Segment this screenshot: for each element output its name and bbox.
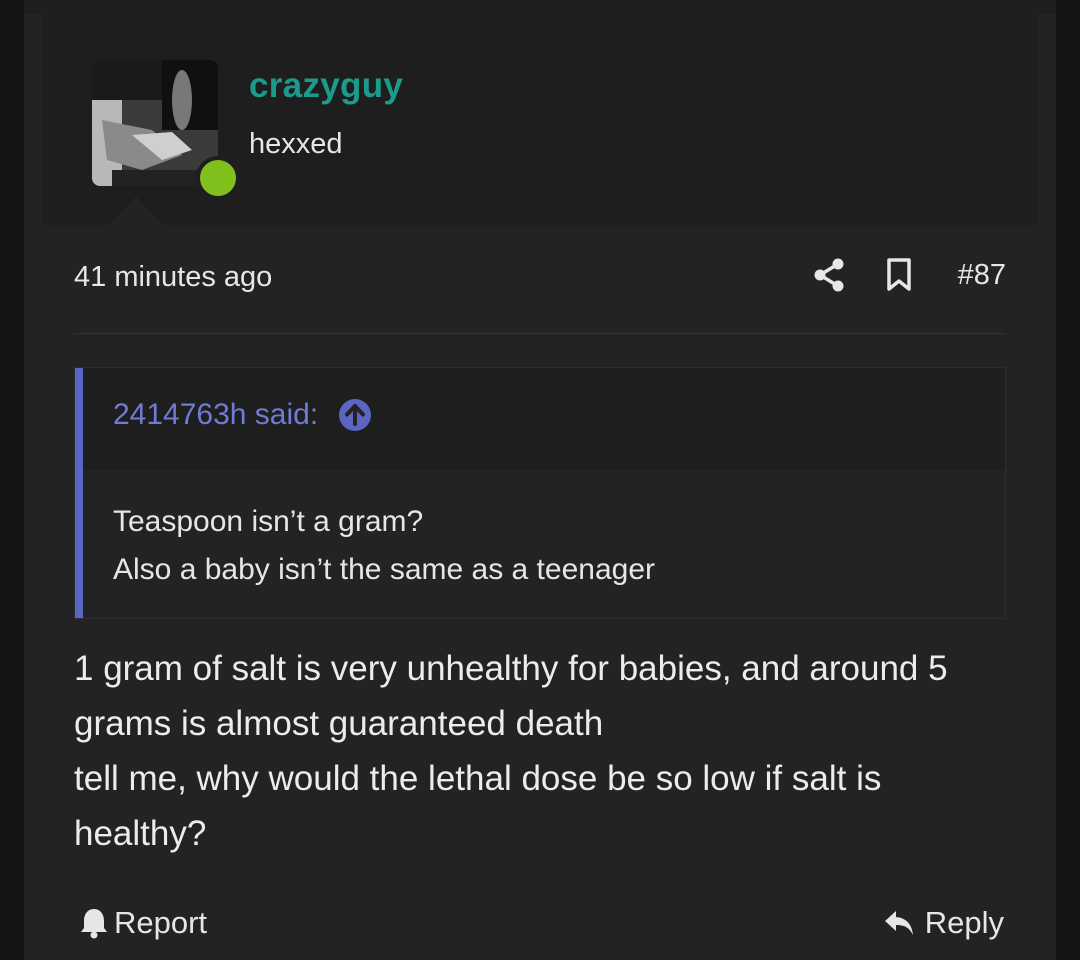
quote-line: Teaspoon isn’t a gram?: [113, 505, 424, 538]
jump-up-icon[interactable]: [338, 398, 372, 432]
report-label: Report: [114, 905, 208, 940]
username-link[interactable]: crazyguy: [249, 66, 403, 106]
user-header: crazyguy hexxed: [42, 14, 1038, 225]
message-paragraph: tell me, why would the lethal dose be so…: [74, 759, 882, 853]
online-status-dot: [196, 156, 240, 200]
post-actions: #87: [814, 258, 1006, 292]
bell-icon: [81, 909, 107, 939]
quote-author-link[interactable]: 2414763h said:: [113, 398, 372, 432]
post-timestamp[interactable]: 41 minutes ago: [74, 261, 272, 294]
forum-post: crazyguy hexxed 41 minutes ago #87 24147…: [24, 0, 1056, 960]
post-number-link[interactable]: #87: [958, 259, 1006, 292]
message-paragraph: 1 gram of salt is very unhealthy for bab…: [74, 649, 948, 743]
bookmark-icon[interactable]: [886, 258, 912, 292]
post-top-border: [24, 0, 1056, 14]
share-icon[interactable]: [814, 258, 844, 292]
post-message: 1 gram of salt is very unhealthy for bab…: [74, 641, 1006, 861]
reply-button[interactable]: Reply: [883, 905, 1004, 941]
user-title: hexxed: [249, 128, 343, 160]
reply-icon: [884, 911, 913, 935]
reply-label: Reply: [924, 905, 1004, 940]
quote-author-text: 2414763h said:: [113, 398, 319, 431]
divider: [74, 333, 1006, 334]
report-button[interactable]: Report: [80, 905, 207, 941]
quote-content: Teaspoon isn’t a gram? Also a baby isn’t…: [113, 498, 655, 594]
user-block-pointer: [108, 196, 164, 225]
quote-line: Also a baby isn’t the same as a teenager: [113, 553, 655, 586]
quote-header: 2414763h said:: [83, 368, 1005, 470]
quote-accent-bar: [75, 368, 83, 618]
quote-block: 2414763h said: Teaspoon isn’t a gram? Al…: [74, 367, 1006, 619]
